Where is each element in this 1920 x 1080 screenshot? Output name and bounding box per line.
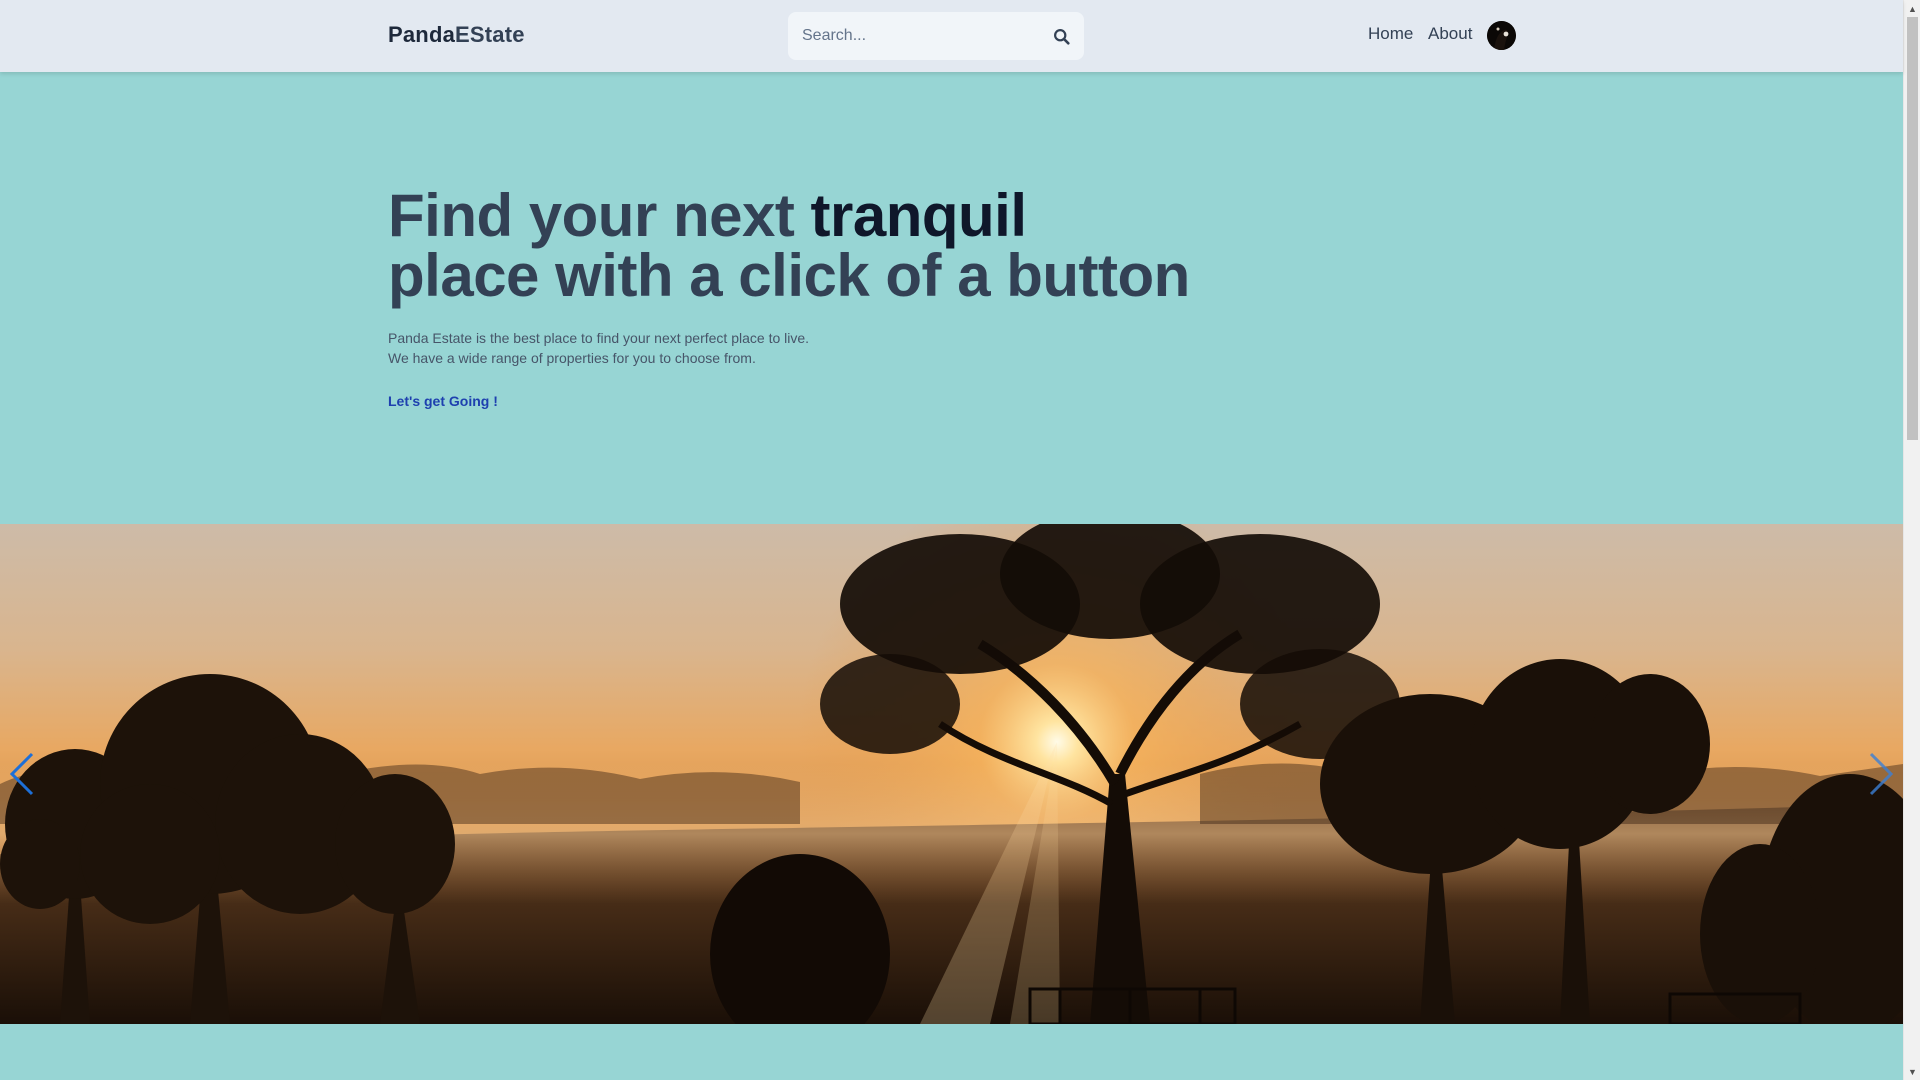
hero-description-line2: We have a wide range of properties for y… <box>388 350 756 366</box>
chevron-right-icon <box>1869 752 1894 796</box>
search-input[interactable] <box>800 12 1050 60</box>
nav-link-about[interactable]: About <box>1428 24 1472 44</box>
brand-logo[interactable]: PandaEState <box>388 22 525 48</box>
brand-name-part1: Panda <box>388 22 456 47</box>
nav-link-home[interactable]: Home <box>1368 24 1413 44</box>
hero-title-line2: place with a click of a button <box>388 242 1190 309</box>
page-scrollbar[interactable]: ▲ ▼ <box>1903 0 1920 1080</box>
carousel-next-button[interactable] <box>1865 750 1897 798</box>
scroll-down-icon[interactable]: ▼ <box>1904 1063 1920 1080</box>
user-avatar[interactable] <box>1487 21 1516 50</box>
search-form <box>788 12 1084 60</box>
image-carousel <box>0 524 1903 1024</box>
carousel-slide-image <box>0 524 1903 1024</box>
page: PandaEState Home About Find your next t <box>0 0 1920 1080</box>
carousel-prev-button[interactable] <box>6 750 38 798</box>
hero-description: Panda Estate is the best place to find y… <box>388 328 809 368</box>
hero-title: Find your next tranquil place with a cli… <box>388 186 1190 306</box>
search-icon[interactable] <box>1050 25 1072 47</box>
hero-title-emphasis: tranquil <box>810 182 1028 249</box>
scroll-up-icon[interactable]: ▲ <box>1904 0 1920 17</box>
hero-description-line1: Panda Estate is the best place to find y… <box>388 330 810 346</box>
hero-title-start: Find your next <box>388 182 811 249</box>
site-header: PandaEState Home About <box>0 0 1903 72</box>
chevron-left-icon <box>9 752 34 796</box>
scroll-thumb[interactable] <box>1907 17 1918 440</box>
get-going-link[interactable]: Let's get Going ! <box>388 393 498 409</box>
brand-name-part2: EState <box>455 22 525 47</box>
